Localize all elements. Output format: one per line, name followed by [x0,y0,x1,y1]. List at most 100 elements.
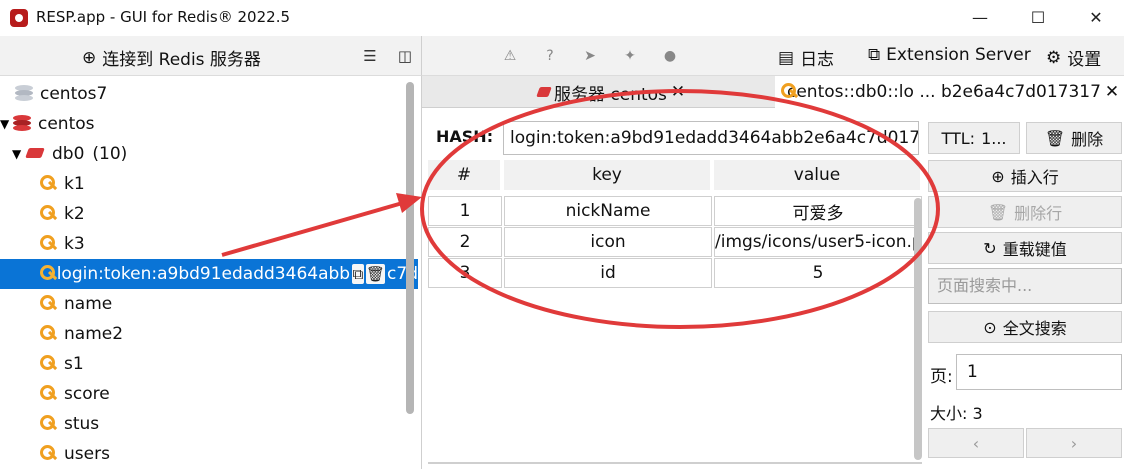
title-bar: RESP.app - GUI for Redis® 2022.5 — ☐ ✕ [0,0,1124,36]
tree-key[interactable]: users [0,439,418,469]
column-header-key[interactable]: key [504,160,712,190]
table-cell-key[interactable]: id [504,258,712,288]
extension-server-button[interactable]: ⧉ Extension Server [868,45,1031,65]
connections-toolbar: ⊕ 连接到 Redis 服务器 ☰ ◫ [0,36,422,76]
copy-icon[interactable]: ⧉ [352,264,364,284]
tab-key-view[interactable]: centos::db0::lo ... b2e6a4c7d017317 ✕ [775,76,1124,108]
size-label: 大小: [930,404,968,423]
close-window-button[interactable]: ✕ [1074,4,1118,32]
full-text-search-button[interactable]: ⊙ 全文搜索 [928,311,1122,343]
size-info: 大小: 3 [930,400,983,424]
tree-key[interactable]: name2 [0,319,418,349]
key-icon [40,265,55,283]
delete-row-label: 删除行 [1014,204,1063,223]
minimize-button[interactable]: — [958,4,1002,32]
ttl-label: TTL: [941,128,976,148]
help-icon[interactable]: ? [540,46,560,66]
previous-page-button[interactable]: ‹ [928,428,1024,458]
log-button[interactable]: ▤ 日志 [778,45,835,71]
delete-key-button[interactable]: 🗑 删除 [1026,122,1122,154]
page-search-input[interactable]: 页面搜索中... [928,268,1122,304]
trash-icon[interactable]: 🗑 [365,264,386,284]
connect-server-label: 连接到 Redis 服务器 [102,50,261,70]
ttl-button[interactable]: TTL: 1... [928,122,1020,154]
redis-icon [536,87,552,97]
main-toolbar: ⚠ ? ➤ ✦ ● ▤ 日志 ⧉ Extension Server ⚙ 设置 [422,36,1124,76]
tree-key[interactable]: stus [0,409,418,439]
table-cell-index[interactable]: 3 [428,258,502,288]
delete-key-label: 删除 [1071,130,1104,149]
refresh-icon: ↻ [983,238,997,258]
key-label: k3 [64,234,85,254]
page-number-input[interactable]: 1 [956,354,1122,390]
tree-connection-centos[interactable]: ▼ centos [0,109,418,139]
database-icon [24,148,46,160]
tab-bar: 服务器 centos ✕ centos::db0::lo ... b2e6a4c… [422,76,1124,108]
reload-value-button[interactable]: ↻ 重载键值 [928,232,1122,264]
table-cell-value[interactable]: 可爱多 [714,196,922,226]
table-cell-value[interactable]: 5 [714,258,922,288]
list-view-icon[interactable]: ☰ [360,46,380,66]
next-page-button[interactable]: › [1026,428,1122,458]
server-icon [14,85,34,103]
table-cell-value[interactable]: /imgs/icons/user5-icon.png [714,227,922,257]
delete-row-button[interactable]: 🗑 删除行 [928,196,1122,228]
column-header-index[interactable]: # [428,160,502,190]
connection-label: centos [38,114,95,134]
expand-arrow-icon[interactable]: ▼ [12,147,24,161]
panel-toggle-icon[interactable]: ◫ [395,46,415,66]
tree-key[interactable]: name [0,289,418,319]
key-label: s1 [64,354,84,374]
tab-label: 服务器 centos [554,84,667,105]
table-cell-index[interactable]: 2 [428,227,502,257]
extension-icon: ⧉ [868,45,881,65]
insert-row-button[interactable]: ⊕ 插入行 [928,160,1122,192]
app-logo-icon [10,9,28,27]
key-label: name2 [64,324,124,344]
telegram-icon[interactable]: ➤ [580,46,600,66]
tree-connection-centos7[interactable]: centos7 [0,79,418,109]
tree-key[interactable]: score [0,379,418,409]
key-label: k2 [64,204,85,224]
key-type-label: HASH: [436,127,494,146]
key-icon [40,295,58,313]
tree-key[interactable]: s1 [0,349,418,379]
gear-icon: ⚙ [1046,47,1062,68]
settings-button[interactable]: ⚙ 设置 [1046,45,1101,71]
table-cell-index[interactable]: 1 [428,196,502,226]
key-label: score [64,384,110,404]
key-icon [40,205,58,223]
window-title: RESP.app - GUI for Redis® 2022.5 [36,8,291,26]
add-circle-icon: ⊕ [82,47,97,68]
tree-key[interactable]: k3 [0,229,418,259]
tree-scrollbar[interactable] [406,82,414,414]
warning-icon[interactable]: ⚠ [500,46,520,66]
clipboard-icon: ▤ [778,47,795,68]
close-tab-icon[interactable]: ✕ [671,82,685,102]
key-name-field[interactable]: login:token:a9bd91edadd3464abb2e6a4c7d01… [503,121,919,155]
database-key-count: (10) [92,144,128,164]
tree-key[interactable]: k2 [0,199,418,229]
tab-server-info[interactable]: 服务器 centos ✕ [532,76,772,108]
key-icon [40,355,58,373]
full-text-search-label: 全文搜索 [1002,319,1067,338]
github-icon[interactable]: ● [660,46,680,66]
server-icon [12,115,32,133]
extension-server-label: Extension Server [886,45,1031,65]
table-cell-key[interactable]: nickName [504,196,712,226]
trash-icon: 🗑 [1044,128,1066,148]
tree-key[interactable]: k1 [0,169,418,199]
expand-arrow-icon[interactable]: ▼ [0,117,12,131]
maximize-button[interactable]: ☐ [1016,4,1060,32]
twitter-icon[interactable]: ✦ [620,46,640,66]
log-label: 日志 [800,50,835,70]
chevron-left-icon: ‹ [972,433,980,453]
tree-key-selected[interactable]: login:token:a9bd91edadd3464abb ⧉ 🗑 c7d [0,259,418,289]
add-circle-icon: ⊕ [991,166,1005,186]
tree-database-db0[interactable]: ▼ db0 (10) [0,139,418,169]
close-tab-icon[interactable]: ✕ [1105,82,1119,102]
table-cell-key[interactable]: icon [504,227,712,257]
connect-server-button[interactable]: ⊕ 连接到 Redis 服务器 [82,45,261,71]
column-header-value[interactable]: value [714,160,922,190]
table-scrollbar[interactable] [914,198,922,460]
